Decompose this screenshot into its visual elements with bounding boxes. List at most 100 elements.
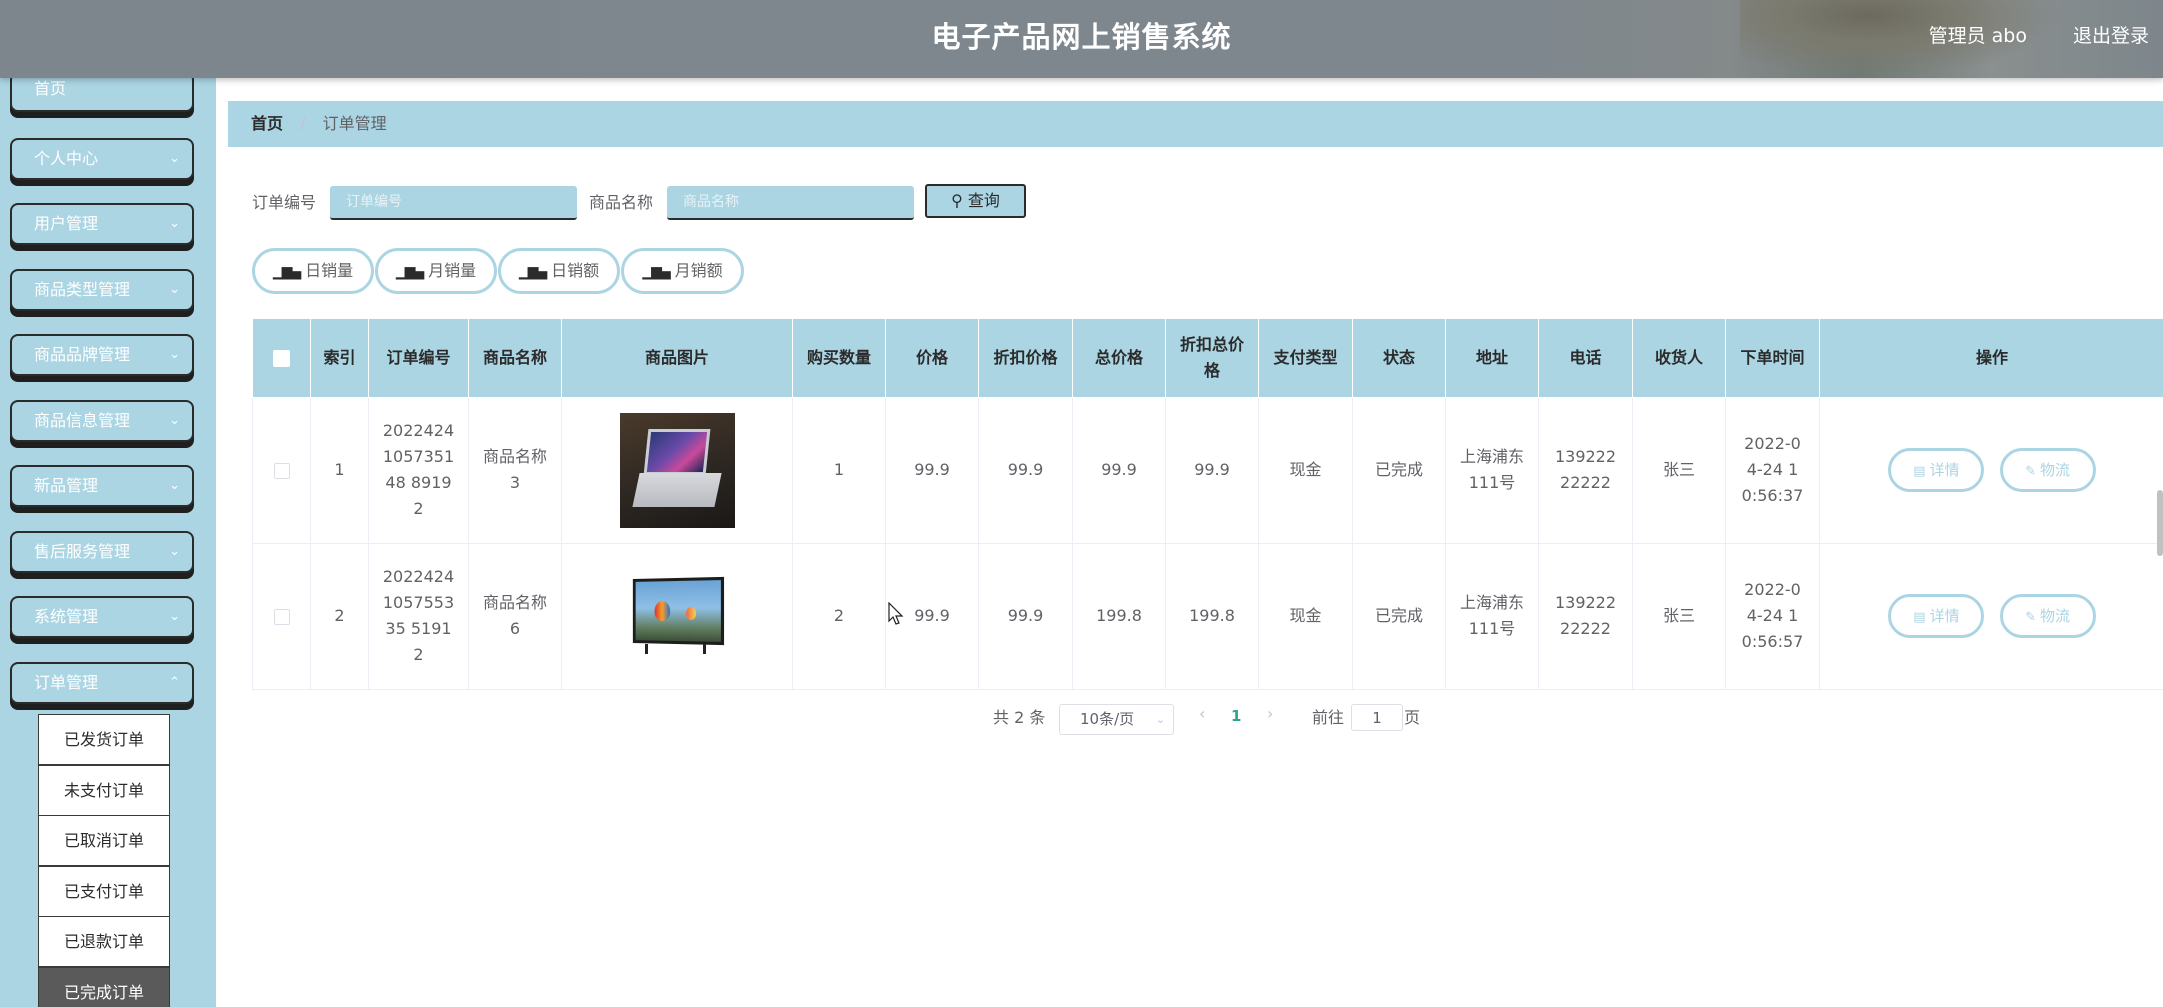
product-name-cell: 商品名称3 xyxy=(468,397,562,544)
detail-button[interactable]: ▤ 详情 xyxy=(1888,594,1985,638)
breadcrumb: 首页 / 订单管理 xyxy=(228,101,2163,147)
submenu-item-completed[interactable]: 已完成订单 xyxy=(38,967,170,1007)
total-price-cell: 199.8 xyxy=(1072,543,1166,690)
search-button[interactable]: ⚲ 查询 xyxy=(925,184,1026,218)
actions-cell: ▤ 详情 ✎ 物流 xyxy=(1819,543,2163,690)
edit-icon: ✎ xyxy=(2025,610,2036,625)
table-row: 2 2022424105755335 51912 商品名称6 2 99.9 99… xyxy=(252,543,2163,690)
sidebar-item-system[interactable]: 系统管理 ⌄ xyxy=(10,596,194,638)
page-number-current[interactable]: 1 xyxy=(1231,707,1241,725)
document-icon: ▤ xyxy=(1913,464,1926,479)
stat-button-label: 日销量 xyxy=(305,261,354,280)
bar-chart-icon: ▁▆▄ xyxy=(272,264,301,280)
submenu-item-paid[interactable]: 已支付订单 xyxy=(38,866,170,917)
sidebar-item-product-brand[interactable]: 商品品牌管理 ⌄ xyxy=(10,334,194,376)
product-name-input[interactable] xyxy=(667,186,914,220)
column-header: 折扣价格 xyxy=(978,319,1073,398)
order-time-text: 2022-04-24 10:56:57 xyxy=(1741,580,1804,651)
discount-price-cell: 99.9 xyxy=(978,397,1073,544)
goto-page-input[interactable] xyxy=(1351,704,1403,731)
chevron-down-icon: ⌄ xyxy=(1155,713,1165,726)
product-image-cell xyxy=(561,543,793,690)
detail-button[interactable]: ▤ 详情 xyxy=(1888,448,1985,492)
daily-sales-amount-button[interactable]: ▁▆▄ 日销额 xyxy=(498,248,620,294)
price-cell: 99.9 xyxy=(885,397,979,544)
sidebar-item-new-products[interactable]: 新品管理 ⌄ xyxy=(10,465,194,507)
column-header: 购买数量 xyxy=(792,319,886,398)
row-checkbox[interactable] xyxy=(273,462,290,479)
bar-chart-icon: ▁▆▄ xyxy=(518,264,547,280)
select-all-checkbox[interactable] xyxy=(272,349,290,367)
order-time-cell: 2022-04-24 10:56:37 xyxy=(1725,397,1820,544)
search-icon: ⚲ xyxy=(951,191,963,210)
current-user-label: 管理员 abo xyxy=(1928,25,2027,47)
document-icon: ▤ xyxy=(1913,610,1926,625)
sidebar-item-orders[interactable]: 订单管理 ⌃ xyxy=(10,662,194,704)
logistics-button[interactable]: ✎ 物流 xyxy=(1999,594,2096,638)
prev-page-button[interactable]: ‹ xyxy=(1199,704,1205,723)
sidebar-item-product-info[interactable]: 商品信息管理 ⌄ xyxy=(10,400,194,442)
page-size-select[interactable]: 10条/页 ⌄ xyxy=(1059,704,1174,735)
submenu-item-unpaid[interactable]: 未支付订单 xyxy=(38,765,170,816)
pay-type-cell: 现金 xyxy=(1258,543,1353,690)
sidebar-item-product-type[interactable]: 商品类型管理 ⌄ xyxy=(10,269,194,311)
row-checkbox[interactable] xyxy=(273,608,290,625)
sidebar-item-label: 商品类型管理 xyxy=(34,280,131,299)
breadcrumb-home[interactable]: 首页 xyxy=(251,114,283,133)
order-time-text: 2022-04-24 10:56:37 xyxy=(1741,434,1804,505)
sidebar-item-home[interactable]: 首页 xyxy=(10,72,194,112)
address-cell: 上海浦东111号 xyxy=(1445,397,1539,544)
address-cell: 上海浦东111号 xyxy=(1445,543,1539,690)
address-text: 上海浦东111号 xyxy=(1459,447,1524,492)
logistics-button[interactable]: ✎ 物流 xyxy=(1999,448,2096,492)
logout-button[interactable]: 退出登录 xyxy=(2073,21,2149,48)
column-header: 商品图片 xyxy=(561,319,793,398)
chevron-down-icon: ⌄ xyxy=(169,544,180,559)
next-page-button[interactable]: › xyxy=(1267,704,1273,723)
orders-table: 索引 订单编号 商品名称 商品图片 购买数量 价格 折扣价格 总价格 折扣总价格… xyxy=(252,319,2163,690)
bar-chart-icon: ▁▆▄ xyxy=(642,264,670,280)
submenu-item-shipped[interactable]: 已发货订单 xyxy=(38,714,170,765)
product-image-cell xyxy=(561,397,793,544)
column-header: 商品名称 xyxy=(468,319,562,398)
product-name-cell: 商品名称6 xyxy=(468,543,562,690)
column-header: 收货人 xyxy=(1632,319,1726,398)
sidebar: 首页 个人中心 ⌄ 用户管理 ⌄ 商品类型管理 ⌄ 商品品牌管理 ⌄ 商品信息管… xyxy=(0,0,216,1007)
monthly-sales-volume-button[interactable]: ▁▆▄ 月销量 xyxy=(375,248,497,294)
order-no-text: 2022424105755335 51912 xyxy=(382,567,455,664)
column-header: 地址 xyxy=(1445,319,1539,398)
breadcrumb-separator: / xyxy=(300,114,306,133)
sidebar-item-after-sales[interactable]: 售后服务管理 ⌄ xyxy=(10,531,194,573)
column-header: 下单时间 xyxy=(1725,319,1820,398)
column-header: 索引 xyxy=(310,319,369,398)
vertical-scrollbar[interactable] xyxy=(2157,490,2163,556)
sidebar-item-personal-center[interactable]: 个人中心 ⌄ xyxy=(10,138,194,180)
stat-button-label: 日销额 xyxy=(551,261,600,280)
table-row: 1 2022424105735148 89192 商品名称3 1 99.9 99… xyxy=(252,397,2163,544)
logistics-button-label: 物流 xyxy=(2039,461,2070,479)
sidebar-item-user-management[interactable]: 用户管理 ⌄ xyxy=(10,203,194,245)
phone-text: 13922222222 xyxy=(1554,593,1617,638)
monthly-sales-amount-button[interactable]: ▁▆▄ 月销额 xyxy=(621,248,744,294)
phone-cell: 13922222222 xyxy=(1538,397,1633,544)
phone-cell: 13922222222 xyxy=(1538,543,1633,690)
order-no-input[interactable] xyxy=(330,186,577,220)
submenu-item-refunded[interactable]: 已退款订单 xyxy=(38,916,170,967)
row-select-cell xyxy=(252,543,311,690)
daily-sales-volume-button[interactable]: ▁▆▄ 日销量 xyxy=(252,248,374,294)
mouse-cursor-icon xyxy=(888,602,904,625)
edit-icon: ✎ xyxy=(2025,464,2036,479)
order-no-label: 订单编号 xyxy=(252,193,317,212)
detail-button-label: 详情 xyxy=(1929,607,1960,625)
actions-cell: ▤ 详情 ✎ 物流 xyxy=(1819,397,2163,544)
pay-type-cell: 现金 xyxy=(1258,397,1353,544)
chevron-down-icon: ⌄ xyxy=(169,347,180,362)
product-image-laptop xyxy=(619,412,735,528)
chevron-down-icon: ⌄ xyxy=(169,478,180,493)
chevron-down-icon: ⌄ xyxy=(169,413,180,428)
sidebar-item-label: 商品品牌管理 xyxy=(34,345,131,364)
submenu-item-cancelled[interactable]: 已取消订单 xyxy=(38,815,170,866)
pagination-total: 共 2 条 xyxy=(993,708,1046,727)
product-name-text: 商品名称6 xyxy=(482,593,547,638)
quantity-cell: 2 xyxy=(792,543,886,690)
